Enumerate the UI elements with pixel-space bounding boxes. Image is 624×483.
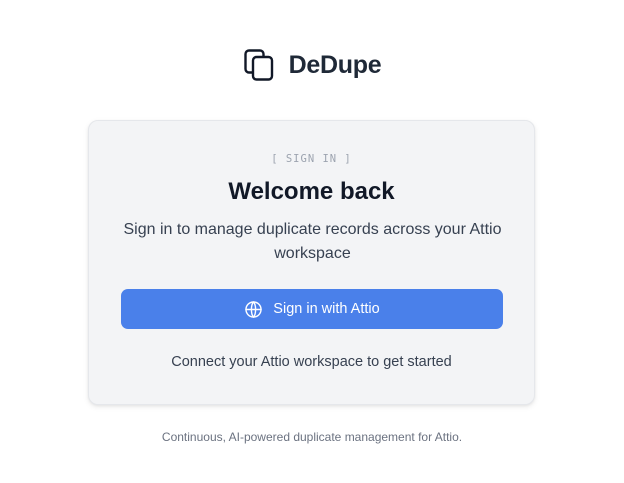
copy-icon <box>243 49 273 81</box>
page-title: Welcome back <box>228 178 395 205</box>
globe-icon <box>245 300 263 318</box>
brand-header: DeDupe <box>0 47 624 83</box>
sign-in-with-attio-button[interactable]: Sign in with Attio <box>121 289 503 329</box>
sign-in-card: [ SIGN IN ] Welcome back Sign in to mana… <box>88 120 535 405</box>
sign-in-button-label: Sign in with Attio <box>273 301 380 317</box>
sign-in-subtitle: Sign in to manage duplicate records acro… <box>123 221 502 262</box>
sign-in-page: DeDupe [ SIGN IN ] Welcome back Sign in … <box>0 0 624 483</box>
connect-workspace-note: Connect your Attio workspace to get star… <box>171 354 452 370</box>
brand-name: DeDupe <box>288 50 382 79</box>
footer-tagline: Continuous, AI-powered duplicate managem… <box>161 430 463 444</box>
sign-in-eyebrow: [ SIGN IN ] <box>271 153 352 165</box>
